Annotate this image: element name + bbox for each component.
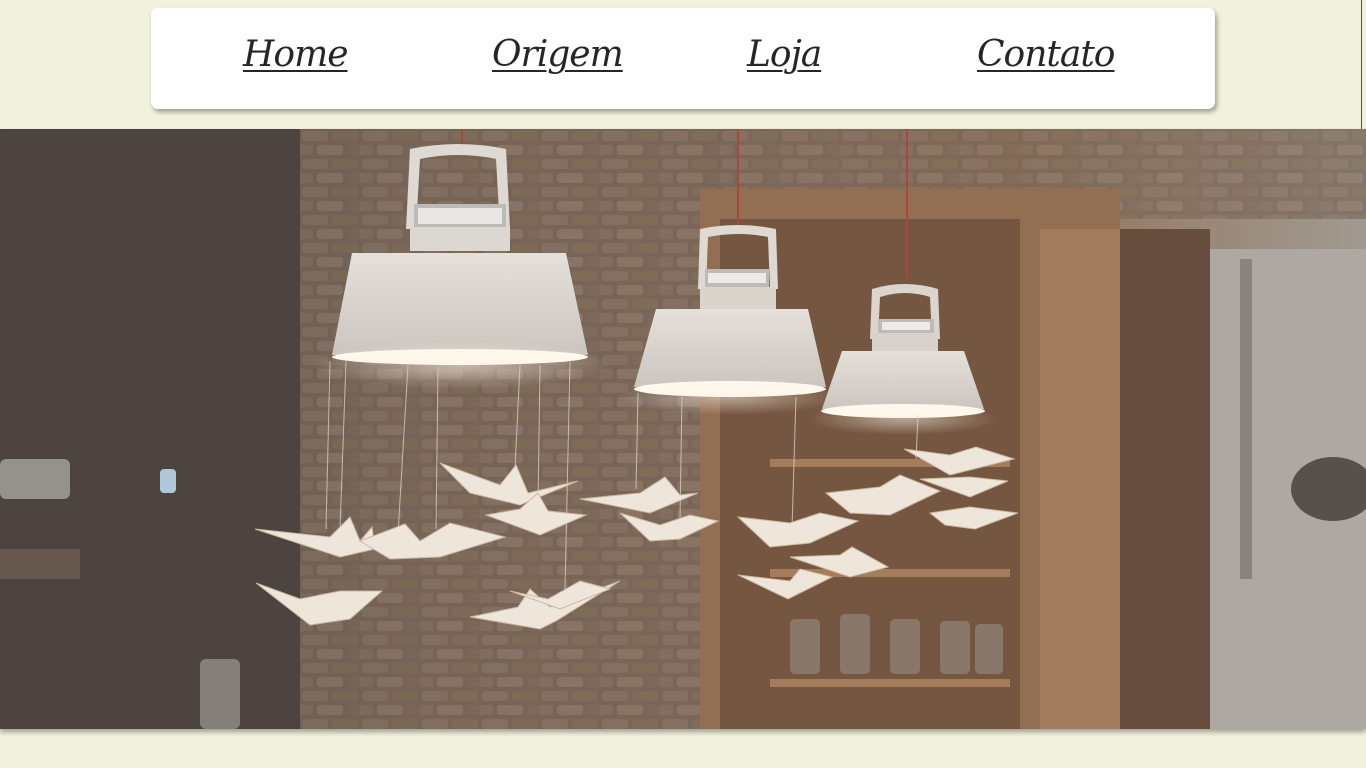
nav-origem-link[interactable]: Origem [492, 34, 624, 75]
page-edge-rule [1361, 0, 1362, 129]
hero-photo-illustration [0, 129, 1366, 729]
nav-contato-link[interactable]: Contato [977, 34, 1115, 75]
hero-image [0, 129, 1366, 729]
nav-home-link[interactable]: Home [243, 34, 349, 75]
main-nav: Home Origem Loja Contato [151, 8, 1215, 109]
nav-loja-link[interactable]: Loja [747, 34, 822, 75]
